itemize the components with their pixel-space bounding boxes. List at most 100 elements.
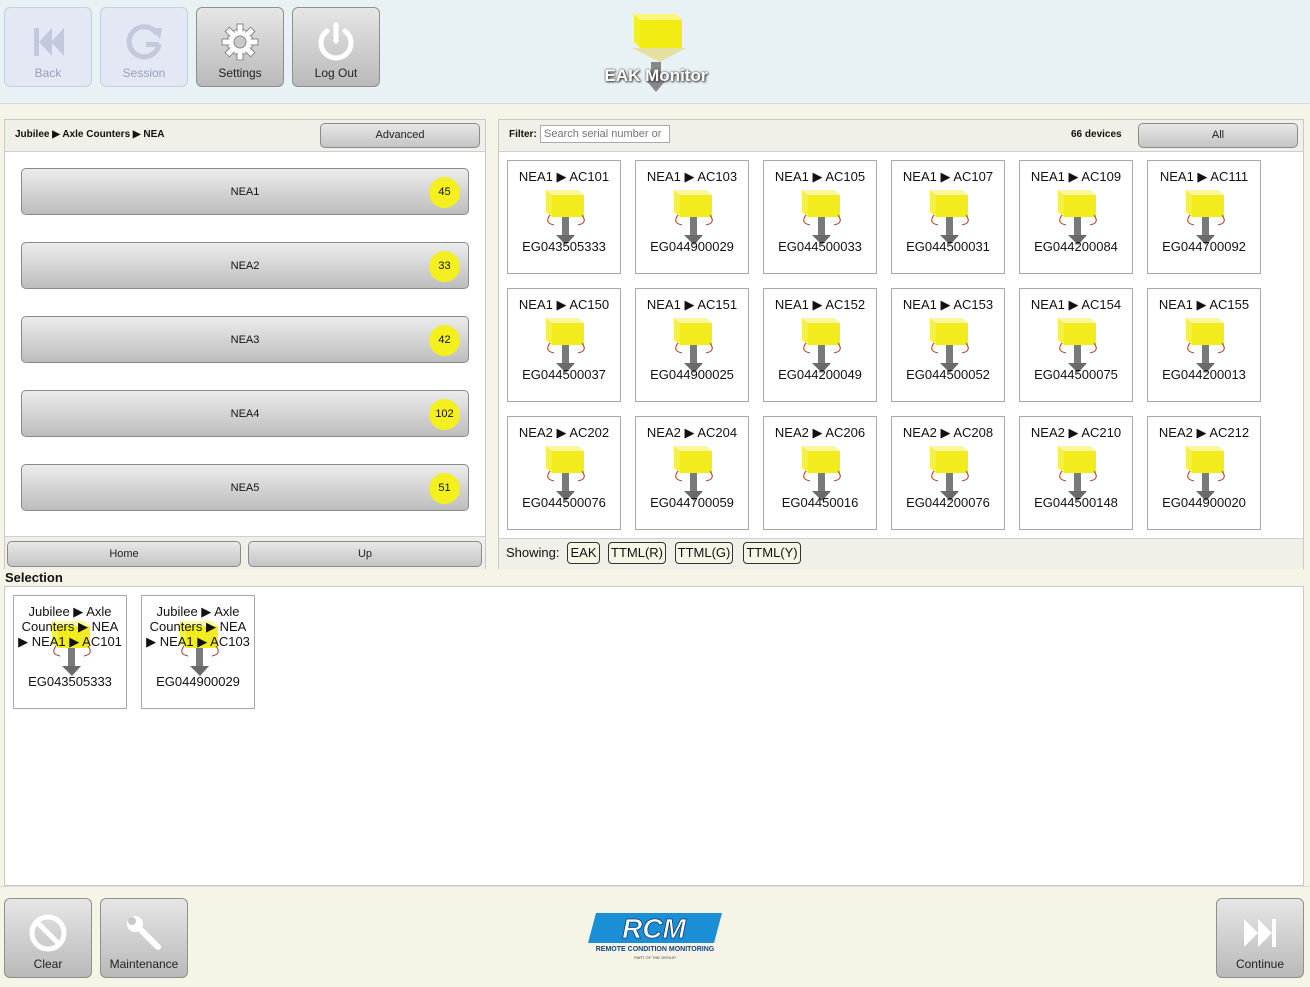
- device-serial: EG044500052: [906, 367, 990, 382]
- home-button[interactable]: Home: [7, 541, 241, 567]
- device-tile[interactable]: NEA2 ▶ AC212 EG044900020: [1147, 416, 1261, 530]
- selected-device-tile[interactable]: Jubilee ▶ Axle Counters ▶ NEA ▶ NEA1 ▶ A…: [13, 595, 127, 709]
- device-name: NEA1 ▶ AC105: [774, 169, 866, 184]
- maintenance-button[interactable]: Maintenance: [100, 898, 188, 978]
- showing-ttml-g-button[interactable]: TTML(G): [675, 542, 733, 564]
- nav-item-nea4[interactable]: NEA4 102: [21, 390, 469, 437]
- device-name: NEA1 ▶ AC111: [1159, 169, 1249, 184]
- session-button[interactable]: Session: [100, 7, 188, 87]
- nav-item-label: NEA4: [230, 408, 260, 420]
- power-icon: [293, 20, 379, 64]
- device-name: NEA1 ▶ AC154: [1030, 297, 1122, 312]
- device-tile[interactable]: NEA1 ▶ AC155 EG044200013: [1147, 288, 1261, 402]
- nav-item-nea3[interactable]: NEA3 42: [21, 316, 469, 363]
- hierarchy-panel: Jubilee ▶ Axle Counters ▶ NEA Advanced N…: [4, 119, 486, 569]
- filter-label: Filter:: [509, 129, 537, 140]
- device-serial: EG044500076: [522, 495, 606, 510]
- device-serial: EG044500148: [1034, 495, 1118, 510]
- axle-counter-graphic: [802, 446, 841, 501]
- device-tile[interactable]: NEA1 ▶ AC107 EG044500031: [891, 160, 1005, 274]
- device-name: NEA2 ▶ AC210: [1030, 425, 1122, 440]
- axle-counter-graphic: [1058, 446, 1097, 501]
- device-tile[interactable]: NEA1 ▶ AC150 EG044500037: [507, 288, 621, 402]
- nav-item-label: NEA5: [230, 482, 260, 494]
- device-tile[interactable]: NEA1 ▶ AC154 EG044500075: [1019, 288, 1133, 402]
- session-label: Session: [122, 66, 166, 80]
- device-tile[interactable]: NEA2 ▶ AC202 EG044500076: [507, 416, 621, 530]
- showing-eak-button[interactable]: EAK: [567, 542, 600, 564]
- device-name: NEA1 ▶ AC151: [646, 297, 738, 312]
- device-tile[interactable]: NEA1 ▶ AC152 EG044200049: [763, 288, 877, 402]
- devices-header: Filter: 66 devices All: [499, 120, 1303, 152]
- advanced-button[interactable]: Advanced: [320, 123, 480, 148]
- top-toolbar: Back Session Settings Log Out EAK Monito…: [0, 0, 1310, 104]
- app-title: EAK Monitor: [604, 66, 708, 85]
- axle-counter-graphic: [1058, 318, 1097, 373]
- axle-counter-graphic: [1058, 190, 1097, 245]
- settings-label: Settings: [218, 66, 262, 80]
- count-badge: 42: [429, 325, 460, 356]
- device-tile[interactable]: NEA1 ▶ AC151 EG044900025: [635, 288, 749, 402]
- device-serial: EG044900025: [650, 367, 734, 382]
- showing-ttml-r-button[interactable]: TTML(R): [608, 542, 666, 564]
- continue-label: Continue: [1235, 957, 1285, 971]
- back-icon: [5, 20, 91, 64]
- device-tile[interactable]: NEA1 ▶ AC153 EG044500052: [891, 288, 1005, 402]
- settings-button[interactable]: Settings: [196, 7, 284, 87]
- nav-item-nea5[interactable]: NEA5 51: [21, 464, 469, 511]
- selected-device-serial: EG043505333: [28, 674, 112, 689]
- device-tile[interactable]: NEA2 ▶ AC210 EG044500148: [1019, 416, 1133, 530]
- settings-icon: [197, 20, 283, 64]
- up-button[interactable]: Up: [248, 541, 482, 567]
- device-serial: EG044200084: [1034, 239, 1118, 254]
- session-icon: [101, 20, 187, 64]
- selected-device-tile[interactable]: Jubilee ▶ Axle Counters ▶ NEA ▶ NEA1 ▶ A…: [141, 595, 255, 709]
- device-name: NEA2 ▶ AC202: [518, 425, 610, 440]
- filter-input[interactable]: [540, 125, 670, 143]
- device-name: NEA1 ▶ AC150: [518, 297, 610, 312]
- count-badge: 45: [429, 177, 460, 208]
- device-name: NEA1 ▶ AC155: [1158, 297, 1250, 312]
- axle-counter-graphic: [802, 190, 841, 245]
- device-serial: EG044700059: [650, 495, 734, 510]
- device-name: NEA2 ▶ AC208: [902, 425, 994, 440]
- logout-button[interactable]: Log Out: [292, 7, 380, 87]
- axle-counter-graphic: [1186, 318, 1225, 373]
- nav-item-nea2[interactable]: NEA2 33: [21, 242, 469, 289]
- device-name: NEA1 ▶ AC109: [1030, 169, 1122, 184]
- axle-counter-graphic: [674, 190, 713, 245]
- device-serial: EG044500031: [906, 239, 990, 254]
- nav-item-nea1[interactable]: NEA1 45: [21, 168, 469, 215]
- rcm-logo: RCM REMOTE CONDITION MONITORING PART OF …: [588, 913, 722, 963]
- selection-title: Selection: [5, 570, 63, 585]
- all-button[interactable]: All: [1138, 123, 1298, 148]
- device-serial: EG044500037: [522, 367, 606, 382]
- device-serial: EG044900029: [650, 239, 734, 254]
- axle-counter-graphic: [802, 318, 841, 373]
- device-tile[interactable]: NEA2 ▶ AC208 EG044200076: [891, 416, 1005, 530]
- clear-icon: [5, 911, 91, 955]
- device-tile[interactable]: NEA1 ▶ AC105 EG044500033: [763, 160, 877, 274]
- count-badge: 33: [429, 251, 460, 282]
- continue-button[interactable]: Continue: [1216, 898, 1304, 978]
- axle-counter-graphic: [674, 318, 713, 373]
- showing-ttml-y-button[interactable]: TTML(Y): [743, 542, 801, 564]
- device-serial: EG044500075: [1034, 367, 1118, 382]
- showing-label: Showing:: [506, 545, 560, 560]
- device-tile[interactable]: NEA1 ▶ AC111 EG044700092: [1147, 160, 1261, 274]
- device-serial: EG044200013: [1162, 367, 1246, 382]
- clear-button[interactable]: Clear: [4, 898, 92, 978]
- rcm-logo-text: RCM: [622, 913, 686, 944]
- device-tile[interactable]: NEA1 ▶ AC101 EG043505333: [507, 160, 621, 274]
- device-tile[interactable]: NEA2 ▶ AC204 EG044700059: [635, 416, 749, 530]
- axle-counter-graphic: [930, 190, 969, 245]
- device-tile[interactable]: NEA1 ▶ AC109 EG044200084: [1019, 160, 1133, 274]
- axle-counter-graphic: [1186, 446, 1225, 501]
- axle-counter-graphic: [546, 318, 585, 373]
- back-button[interactable]: Back: [4, 7, 92, 87]
- rcm-logo-tagline: PART OF THE GROUP: [634, 955, 676, 960]
- device-tile[interactable]: NEA2 ▶ AC206 EG04450016: [763, 416, 877, 530]
- devices-panel: Filter: 66 devices All NEA1 ▶ AC101 EG043…: [498, 119, 1304, 569]
- continue-icon: [1217, 911, 1303, 955]
- device-tile[interactable]: NEA1 ▶ AC103 EG044900029: [635, 160, 749, 274]
